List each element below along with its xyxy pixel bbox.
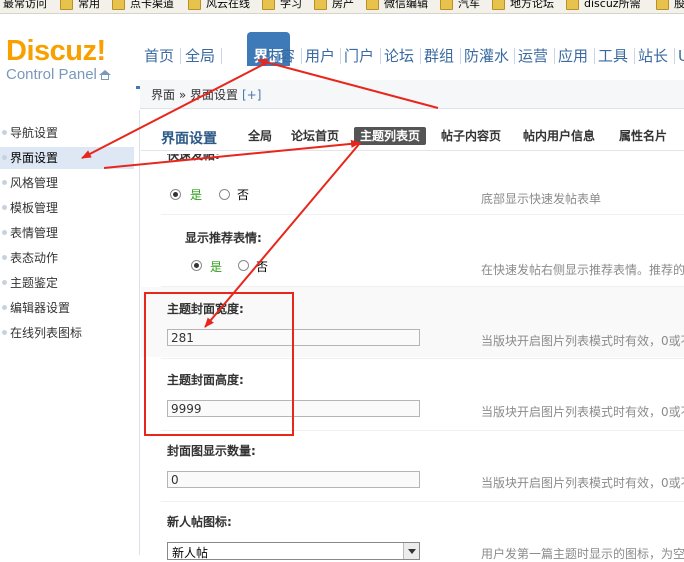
bullet-icon [2,280,7,285]
breadcrumb: 界面 » 界面设置 [+] [140,80,684,109]
bookmark-item[interactable]: discuz所需 [566,0,641,11]
bullet-icon [2,205,7,210]
bookmarks-bar: 最常访问 常用 点卡渠道 风云在线 学习 房产 微信编辑 汽车 地方论坛 dis… [0,0,684,14]
folder-icon [656,0,669,10]
folder-icon [262,0,275,10]
nav-tab-content[interactable]: 内容 [265,46,295,66]
tab-post-user-info[interactable]: 帖内用户信息 [523,127,595,145]
breadcrumb-path: 界面 » 界面设置 [151,88,238,102]
bookmark-item[interactable]: 最常访问 [3,0,47,11]
sidebar-item-reactions[interactable]: 表态动作 [0,247,134,269]
nav-tab-operations[interactable]: 运营 [518,46,548,66]
annotation-box [144,292,294,436]
new-post-icon-tip: 用户发第一篇主题时显示的图标，为空 [481,547,684,561]
bookmark-item[interactable]: 点卡渠道 [112,0,174,11]
bullet-icon [2,305,7,310]
folder-icon [314,0,327,10]
recommend-emoji-no-radio[interactable] [238,260,249,271]
sidebar-divider [139,110,140,555]
folder-icon [60,0,73,10]
chevron-down-icon[interactable] [403,543,419,559]
quick-post-no-radio[interactable] [219,189,230,200]
page-title: 界面设置 [161,131,217,147]
quick-post-label: 快速发帖: [167,154,220,162]
bullet-icon [2,330,7,335]
recommend-emoji-yes-label: 是 [210,260,223,274]
sidebar-item-editor[interactable]: 编辑器设置 [0,297,134,319]
sidebar-item-thread-stamps[interactable]: 主题鉴定 [0,272,134,294]
bookmark-item[interactable]: 常用 [60,0,100,11]
cover-count-tip: 当版块开启图片列表模式时有效，0或不 [481,476,684,490]
sidebar-item-interface[interactable]: 界面设置 [0,147,134,169]
logo-brand: Discuz [6,35,97,67]
bullet-icon [2,180,7,185]
nav-tab-ucenter[interactable]: U [678,46,684,66]
folder-icon [112,0,125,10]
nav-tab-groups[interactable]: 群组 [424,46,454,66]
nav-tab-home[interactable]: 首页 [144,46,174,66]
logo-exclaim: ! [96,35,106,67]
tab-forum-index[interactable]: 论坛首页 [291,127,339,145]
bullet-icon [2,230,7,235]
folder-icon [440,0,453,10]
tab-thread-list[interactable]: 主题列表页 [354,127,427,145]
recommend-emoji-no-label: 否 [256,260,269,274]
recommend-emoji-label: 显示推荐表情: [185,231,262,245]
sidebar-item-emoticons[interactable]: 表情管理 [0,222,134,244]
sidebar-item-navigation[interactable]: 导航设置 [0,122,134,144]
bullet-icon [2,130,7,135]
sidebar-item-styles[interactable]: 风格管理 [0,172,134,194]
nav-tab-apps[interactable]: 应用 [558,46,588,66]
quick-post-yes-label: 是 [190,188,203,202]
new-post-icon-label: 新人帖图标: [167,515,232,529]
bookmark-item[interactable]: 地方论坛 [492,0,554,11]
recommend-emoji-tip: 在快速发帖右侧显示推荐表情。推荐的 [481,263,684,277]
recommend-emoji-yes-radio[interactable] [191,260,202,271]
add-shortcut-button[interactable]: [+] [242,88,261,102]
bookmark-item[interactable]: 汽车 [440,0,480,11]
sidebar-item-online-icons[interactable]: 在线列表图标 [0,322,134,344]
folder-icon [188,0,201,10]
bookmark-item[interactable]: 微信编辑 [366,0,428,11]
folder-icon [366,0,379,10]
folder-icon [566,0,579,10]
nav-tab-portal[interactable]: 门户 [344,46,374,66]
quick-post-tip: 底部显示快速发帖表单 [481,192,602,206]
nav-tab-tools[interactable]: 工具 [598,46,628,66]
nav-tab-antispam[interactable]: 防灌水 [464,46,509,66]
bookmark-item[interactable]: 风云在线 [188,0,250,11]
logo-subtitle: Control Panel [6,66,97,83]
cover-count-input[interactable]: 0 [167,471,420,488]
nav-tab-forum[interactable]: 论坛 [384,46,414,66]
new-post-icon-value: 新人帖 [172,546,209,560]
sidebar-item-templates[interactable]: 模板管理 [0,197,134,219]
bullet-icon [2,255,7,260]
home-icon[interactable] [98,70,111,80]
nav-tab-webmaster[interactable]: 站长 [638,46,668,66]
folder-icon [492,0,505,10]
bullet-icon [2,155,7,160]
nav-tab-global[interactable]: 全局 [185,46,215,66]
sidebar: 导航设置 界面设置 风格管理 模板管理 表情管理 表态动作 主题鉴定 编辑器设置… [0,114,134,555]
nav-tab-users[interactable]: 用户 [305,46,335,66]
tab-post-content[interactable]: 帖子内容页 [441,127,501,145]
cover-height-tip: 当版块开启图片列表模式时有效，0或不 [481,405,684,419]
tab-global[interactable]: 全局 [248,127,272,145]
quick-post-no-label: 否 [237,188,250,202]
discuz-logo[interactable]: Discuz! Control Panel [6,35,111,84]
cover-count-label: 封面图显示数量: [167,444,256,458]
cover-width-tip: 当版块开启图片列表模式时有效，0或不 [481,334,684,348]
bookmark-item[interactable]: 学习 [262,0,302,11]
bookmark-item[interactable]: 房产 [314,0,354,11]
new-post-icon-select[interactable]: 新人帖 [167,542,420,560]
bookmark-item[interactable]: 股 [656,0,684,11]
tab-attribute-card[interactable]: 属性名片 [619,127,667,145]
quick-post-yes-radio[interactable] [170,189,181,200]
